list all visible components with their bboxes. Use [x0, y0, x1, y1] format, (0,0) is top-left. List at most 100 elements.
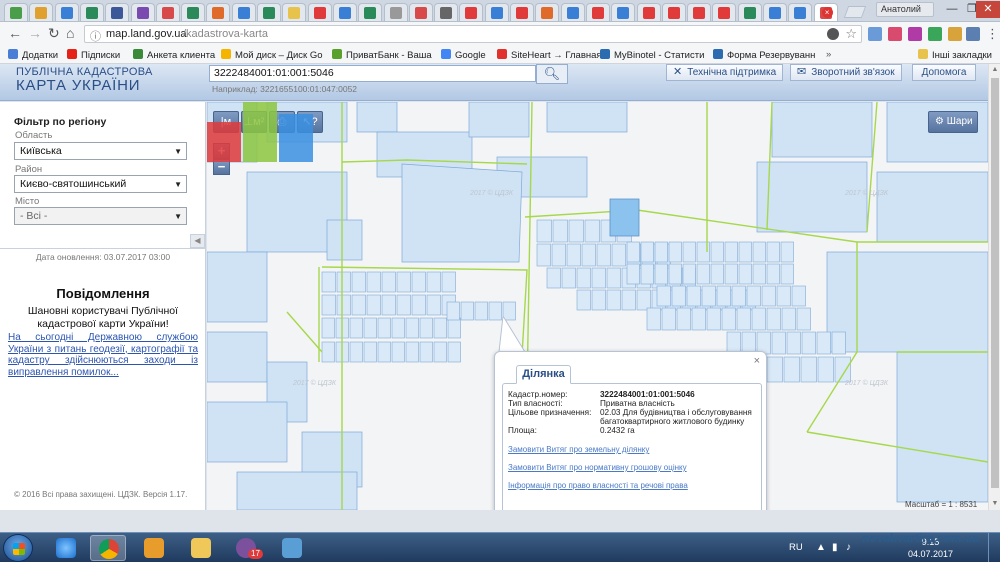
browser-tab[interactable] [611, 3, 636, 21]
bookmark-client-form[interactable]: Анкета клиента [133, 49, 215, 62]
extension-icon[interactable] [908, 27, 922, 41]
tab-parcel[interactable]: Ділянка [516, 365, 571, 384]
menu-icon[interactable]: ⋮ [986, 26, 999, 42]
order-valuation-extract-link[interactable]: Замовити Витяг про нормативну грошову оц… [508, 463, 687, 472]
forward-icon[interactable]: → [28, 26, 42, 40]
browser-tab[interactable] [231, 3, 256, 21]
profile-button[interactable]: Анатолий [876, 2, 934, 17]
address-bar[interactable]: ⓘ map.land.gov.ua /kadastrova-karta ☆ [84, 25, 862, 43]
bookmark-subscriptions[interactable]: Підписки [67, 49, 120, 62]
language-indicator[interactable]: RU [789, 542, 803, 553]
browser-tab[interactable] [434, 3, 459, 21]
browser-tab[interactable] [661, 3, 686, 21]
url-host: map.land.gov.ua [106, 28, 187, 40]
browser-tab-active[interactable]: × [813, 3, 838, 21]
browser-tab[interactable] [130, 3, 155, 21]
parcel [381, 294, 396, 316]
taskbar-media[interactable] [136, 535, 172, 561]
parcel [661, 307, 676, 331]
browser-tab[interactable] [282, 3, 307, 21]
feedback-button[interactable]: ✉ Зворотний зв'язок [790, 64, 902, 81]
help-button[interactable]: Допомога [912, 64, 976, 81]
bookmarks-overflow-icon[interactable]: » [826, 49, 831, 61]
extension-icon[interactable] [868, 27, 882, 41]
browser-tab[interactable] [105, 3, 130, 21]
extension-icon[interactable] [966, 27, 980, 41]
browser-tab[interactable] [408, 3, 433, 21]
start-button[interactable] [3, 534, 33, 562]
extension-icon[interactable] [888, 27, 902, 41]
browser-tab[interactable] [54, 3, 79, 21]
bookmark-google[interactable]: Google [441, 49, 486, 62]
parcel [816, 331, 831, 355]
close-window-button[interactable]: ✕ [976, 1, 1000, 18]
tech-support-button[interactable]: ✕ Технічна підтримка [666, 64, 784, 81]
browser-tab[interactable] [585, 3, 610, 21]
browser-tab[interactable] [763, 3, 787, 21]
bookmark-other[interactable]: Інші закладки [918, 49, 992, 62]
chevron-down-icon: ▼ [174, 212, 182, 221]
browser-tab[interactable] [560, 3, 585, 21]
cadastral-map[interactable]: |м ⊥м² ⎙ ↖? + − ⚙ Шари 2017 © ЦДЗК 2017 … [207, 102, 988, 510]
order-parcel-extract-link[interactable]: Замовити Витяг про земельну ділянку [508, 445, 649, 454]
browser-tab[interactable] [181, 3, 206, 21]
notice-link[interactable]: На сьогодні Державною службою України з … [8, 332, 198, 378]
show-desktop-button[interactable] [988, 533, 1000, 562]
page-scrollbar[interactable]: ▲ ▼ [988, 64, 1000, 510]
browser-tab[interactable] [484, 3, 509, 21]
browser-tab[interactable] [510, 3, 534, 21]
layers-button[interactable]: ⚙ Шари [928, 111, 978, 133]
scroll-down-icon[interactable]: ▼ [989, 498, 1000, 510]
browser-tab[interactable] [29, 3, 54, 21]
taskbar-photos[interactable] [274, 535, 310, 561]
collapse-sidebar-button[interactable]: ◀ [190, 234, 205, 248]
scroll-thumb[interactable] [991, 78, 999, 488]
browser-tab[interactable] [535, 3, 560, 21]
browser-tab[interactable] [358, 3, 383, 21]
info-icon[interactable]: ⓘ [90, 28, 101, 44]
extension-icon[interactable] [928, 27, 942, 41]
translate-icon[interactable] [827, 28, 839, 40]
extension-icon[interactable] [948, 27, 962, 41]
browser-tab[interactable] [687, 3, 712, 21]
tray-expand-icon[interactable]: ▲ [816, 542, 826, 553]
taskbar-chrome[interactable] [90, 535, 126, 561]
browser-tab[interactable] [155, 3, 180, 21]
home-icon[interactable]: ⌂ [66, 26, 74, 40]
browser-tab[interactable] [737, 3, 762, 21]
bookmark-apps[interactable]: Додатки [8, 49, 58, 62]
browser-tab[interactable] [4, 3, 28, 21]
bookmark-binotel[interactable]: MyBinotel - Статисти [600, 49, 704, 62]
cadastral-search-input[interactable]: 3222484001:01:001:5046 [209, 65, 536, 82]
bookmark-star-icon[interactable]: ☆ [845, 26, 857, 42]
region-select[interactable]: Київська ▼ [14, 142, 187, 160]
browser-tab[interactable] [206, 3, 231, 21]
network-icon[interactable]: ▮ [832, 542, 838, 553]
browser-tab[interactable] [788, 3, 813, 21]
browser-tab[interactable] [332, 3, 357, 21]
taskbar-viber[interactable]: 17 [228, 535, 264, 561]
back-icon[interactable]: ← [8, 26, 22, 40]
browser-tab[interactable] [636, 3, 661, 21]
close-icon[interactable]: × [754, 355, 760, 367]
scroll-up-icon[interactable]: ▲ [989, 64, 1000, 76]
browser-tab[interactable] [257, 3, 281, 21]
bookmark-privatbank[interactable]: ПриватБанк - Ваша [332, 49, 432, 62]
browser-tab[interactable] [383, 3, 408, 21]
taskbar-explorer[interactable] [183, 535, 219, 561]
bookmark-drive[interactable]: Мой диск – Диск Go [221, 49, 323, 62]
browser-tab[interactable] [79, 3, 104, 21]
volume-icon[interactable]: ♪ [846, 542, 851, 553]
ownership-info-link[interactable]: Інформація про право власності та речові… [508, 481, 688, 490]
taskbar-ie[interactable] [48, 535, 84, 561]
browser-tab[interactable] [712, 3, 737, 21]
district-select[interactable]: Києво-святошинський ▼ [14, 175, 187, 193]
city-select[interactable]: - Всі - ▼ [14, 207, 187, 225]
reload-icon[interactable]: ↻ [48, 26, 60, 40]
bookmark-siteheart[interactable]: SiteHeart → Главная [497, 49, 602, 62]
browser-tab[interactable] [307, 3, 332, 21]
bookmark-reservation-form[interactable]: Форма Резервуванн [713, 49, 815, 62]
browser-tab[interactable] [459, 3, 484, 21]
close-tab-icon[interactable]: × [821, 7, 833, 18]
search-button[interactable]: 🔍︎ [536, 64, 568, 84]
